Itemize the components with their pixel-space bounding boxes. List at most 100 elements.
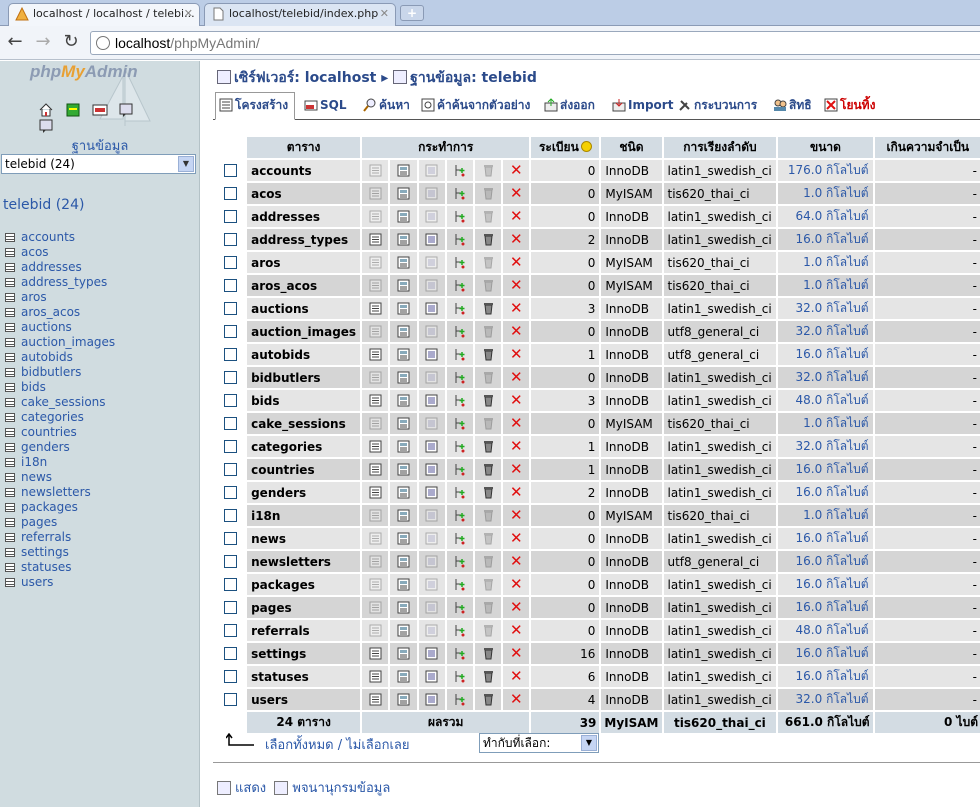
drop-table-icon[interactable]: ✕ (510, 598, 523, 616)
row-checkbox[interactable] (223, 163, 237, 177)
drop-table-icon[interactable]: ✕ (510, 230, 523, 248)
search-icon[interactable] (425, 463, 438, 476)
check-all-link[interactable]: เลือกทั้งหมด (265, 738, 334, 753)
row-checkbox[interactable] (223, 209, 237, 223)
table-name[interactable]: newsletters (247, 551, 361, 572)
browse-icon[interactable] (369, 532, 382, 545)
table-name[interactable]: address_types (247, 229, 361, 250)
structure-icon[interactable] (397, 532, 410, 545)
search-icon[interactable] (425, 670, 438, 683)
browse-icon[interactable] (369, 486, 382, 499)
table-name[interactable]: statuses (247, 666, 361, 687)
empty-icon[interactable] (482, 693, 495, 706)
table-name[interactable]: genders (247, 482, 361, 503)
empty-icon[interactable] (482, 302, 495, 315)
table-icon[interactable] (5, 338, 15, 347)
structure-icon[interactable] (397, 210, 410, 223)
empty-icon[interactable] (482, 417, 495, 430)
row-checkbox[interactable] (223, 554, 237, 568)
row-checkbox[interactable] (223, 370, 237, 384)
size-cell[interactable]: 32.0 กิโลไบต์ (778, 367, 873, 388)
breadcrumb-database[interactable]: ฐานข้อมูล: telebid (410, 70, 537, 86)
size-cell[interactable]: 16.0 กิโลไบต์ (778, 528, 873, 549)
drop-table-icon[interactable]: ✕ (510, 414, 523, 432)
row-checkbox[interactable] (223, 324, 237, 338)
column-header-overhead[interactable]: เกินความจำเป็น (874, 137, 980, 158)
sql-docs-icon[interactable] (38, 118, 54, 134)
table-name[interactable]: acos (247, 183, 361, 204)
table-name[interactable]: aros (247, 252, 361, 273)
browser-tab-phpmyadmin[interactable]: localhost / localhost / telebi... ✕ (8, 3, 200, 27)
tab-structure[interactable]: โครงสร้าง (215, 92, 295, 120)
table-icon[interactable] (5, 473, 15, 482)
empty-icon[interactable] (482, 463, 495, 476)
sidebar-item-accounts[interactable]: accounts (5, 230, 115, 245)
table-name[interactable]: i18n (247, 505, 361, 526)
drop-table-icon[interactable]: ✕ (510, 575, 523, 593)
size-cell[interactable]: 32.0 กิโลไบต์ (778, 689, 873, 710)
size-cell[interactable]: 16.0 กิโลไบต์ (778, 666, 873, 687)
insert-icon[interactable] (453, 440, 466, 453)
table-icon[interactable] (5, 578, 15, 587)
drop-table-icon[interactable]: ✕ (510, 276, 523, 294)
insert-icon[interactable] (453, 601, 466, 614)
structure-icon[interactable] (397, 164, 410, 177)
close-tab-icon[interactable]: ✕ (184, 4, 193, 24)
empty-icon[interactable] (482, 371, 495, 384)
size-cell[interactable]: 1.0 กิโลไบต์ (778, 413, 873, 434)
insert-icon[interactable] (453, 394, 466, 407)
structure-icon[interactable] (397, 325, 410, 338)
sidebar-item-auctions[interactable]: auctions (5, 320, 115, 335)
empty-icon[interactable] (482, 509, 495, 522)
column-header-records[interactable]: ระเบียน (531, 137, 600, 158)
size-cell[interactable]: 16.0 กิโลไบต์ (778, 597, 873, 618)
browse-icon[interactable] (369, 302, 382, 315)
structure-icon[interactable] (397, 555, 410, 568)
table-icon[interactable] (5, 488, 15, 497)
table-icon[interactable] (5, 428, 15, 437)
table-name[interactable]: aros_acos (247, 275, 361, 296)
tab-sql[interactable]: SQL (301, 93, 361, 118)
table-name[interactable]: addresses (247, 206, 361, 227)
drop-table-icon[interactable]: ✕ (510, 552, 523, 570)
print-view-link[interactable]: แสดง (235, 781, 266, 796)
structure-icon[interactable] (397, 302, 410, 315)
table-icon[interactable] (5, 383, 15, 392)
sidebar-item-address_types[interactable]: address_types (5, 275, 115, 290)
search-icon[interactable] (425, 440, 438, 453)
search-icon[interactable] (425, 509, 438, 522)
drop-table-icon[interactable]: ✕ (510, 391, 523, 409)
table-icon[interactable] (5, 458, 15, 467)
tab-drop[interactable]: โยนทิ้ง (821, 93, 881, 118)
row-checkbox[interactable] (223, 508, 237, 522)
insert-icon[interactable] (453, 302, 466, 315)
drop-table-icon[interactable]: ✕ (510, 437, 523, 455)
table-icon[interactable] (5, 293, 15, 302)
structure-icon[interactable] (397, 509, 410, 522)
size-cell[interactable]: 48.0 กิโลไบต์ (778, 620, 873, 641)
insert-icon[interactable] (453, 509, 466, 522)
drop-table-icon[interactable]: ✕ (510, 161, 523, 179)
row-checkbox[interactable] (223, 600, 237, 614)
search-icon[interactable] (425, 417, 438, 430)
row-checkbox[interactable] (223, 669, 237, 683)
row-checkbox[interactable] (223, 393, 237, 407)
sidebar-item-aros[interactable]: aros (5, 290, 115, 305)
insert-icon[interactable] (453, 578, 466, 591)
table-name[interactable]: packages (247, 574, 361, 595)
row-checkbox[interactable] (223, 416, 237, 430)
empty-icon[interactable] (482, 256, 495, 269)
empty-icon[interactable] (482, 601, 495, 614)
phpmyadmin-logo[interactable]: phpMyAdmin (30, 62, 138, 82)
search-icon[interactable] (425, 210, 438, 223)
browse-icon[interactable] (369, 187, 382, 200)
search-icon[interactable] (425, 578, 438, 591)
structure-icon[interactable] (397, 463, 410, 476)
sidebar-item-countries[interactable]: countries (5, 425, 115, 440)
tab-operations[interactable]: กระบวนการ (675, 93, 763, 118)
insert-icon[interactable] (453, 233, 466, 246)
row-checkbox[interactable] (223, 531, 237, 545)
search-icon[interactable] (425, 371, 438, 384)
back-arrow-icon[interactable]: ← (4, 32, 26, 54)
insert-icon[interactable] (453, 325, 466, 338)
